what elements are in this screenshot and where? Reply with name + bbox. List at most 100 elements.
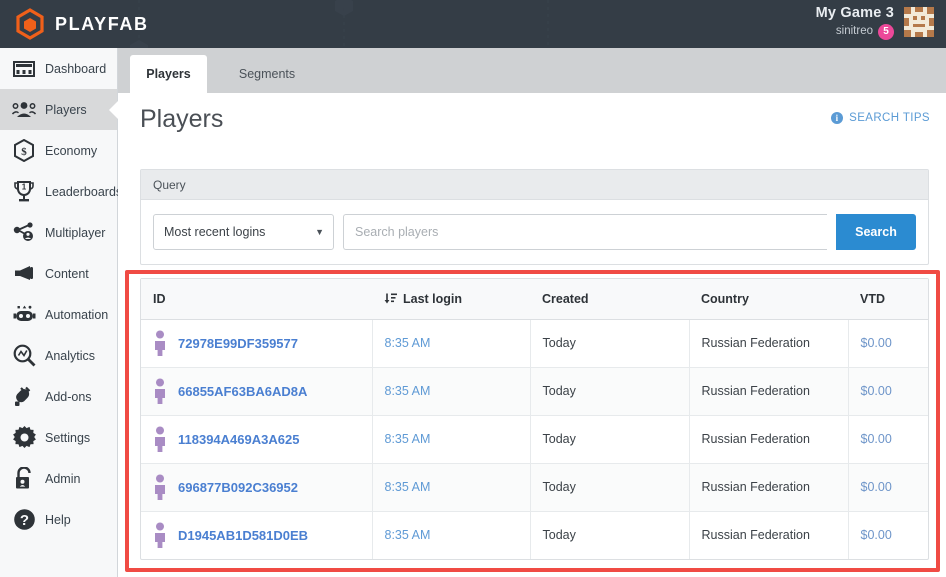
player-avatar-icon bbox=[155, 426, 165, 452]
player-avatar-icon bbox=[155, 378, 165, 404]
sidebar-item-label: Dashboard bbox=[45, 61, 107, 76]
account-area[interactable]: My Game 3 sinitreo 5 bbox=[816, 5, 936, 40]
player-avatar-icon bbox=[155, 522, 165, 549]
playfab-hexagon-logo-icon bbox=[16, 8, 44, 40]
player-avatar-icon bbox=[155, 474, 165, 500]
table-row[interactable]: D1945AB1D581D0EB 8:35 AM Today Russian F… bbox=[141, 511, 928, 559]
help-icon: ? bbox=[12, 508, 36, 532]
cell-vtd: $0.00 bbox=[860, 528, 892, 543]
account-subline: sinitreo 5 bbox=[816, 23, 894, 40]
tab-players[interactable]: Players bbox=[130, 55, 207, 93]
cell-created: Today bbox=[530, 511, 690, 559]
sidebar-item-leaderboards[interactable]: 1 Leaderboards bbox=[0, 171, 122, 212]
economy-icon: $ bbox=[12, 139, 36, 163]
cell-last-login: 8:35 AM bbox=[372, 415, 531, 464]
cell-vtd: $0.00 bbox=[848, 415, 928, 464]
addons-icon bbox=[12, 385, 36, 409]
table-row[interactable]: 118394A469A3A625 8:35 AM Today Russian F… bbox=[141, 415, 928, 464]
svg-text:?: ? bbox=[19, 512, 28, 529]
sidebar-item-admin[interactable]: Admin bbox=[0, 458, 117, 499]
notification-badge[interactable]: 5 bbox=[878, 23, 894, 40]
sort-descending-icon bbox=[384, 293, 397, 304]
player-id-link[interactable]: 66855AF63BA6AD8A bbox=[178, 384, 307, 399]
cell-last-login: 8:35 AM bbox=[372, 319, 531, 368]
playfab-admin-page: PLAYFAB My Game 3 sinitreo 5 Dashboard P… bbox=[0, 0, 946, 577]
cell-last-login: 8:35 AM bbox=[372, 367, 531, 416]
sidebar-item-addons[interactable]: Add-ons bbox=[0, 376, 117, 417]
player-avatar-icon bbox=[155, 330, 165, 356]
query-panel-title: Query bbox=[141, 170, 928, 200]
cell-country: Russian Federation bbox=[689, 367, 849, 416]
sidebar-item-label: Economy bbox=[45, 143, 98, 158]
player-id-link[interactable]: 118394A469A3A625 bbox=[178, 432, 299, 447]
leaderboards-icon: 1 bbox=[12, 180, 36, 204]
table-row[interactable]: 72978E99DF359577 8:35 AM Today Russian F… bbox=[141, 319, 928, 368]
cell-created: Today bbox=[530, 319, 690, 368]
dashboard-icon bbox=[12, 57, 36, 81]
cell-created: Today bbox=[530, 415, 690, 464]
column-header-country-label: Country bbox=[701, 291, 749, 306]
main-content: Players i SEARCH TIPS Query Most recent … bbox=[118, 93, 946, 577]
content-icon bbox=[12, 262, 36, 286]
players-icon bbox=[12, 98, 36, 122]
player-id-link[interactable]: D1945AB1D581D0EB bbox=[178, 528, 308, 543]
cell-id: 696877B092C36952 bbox=[141, 463, 373, 512]
svg-text:1: 1 bbox=[22, 183, 27, 192]
table-row[interactable]: 696877B092C36952 8:35 AM Today Russian F… bbox=[141, 463, 928, 512]
sidebar-item-help[interactable]: ? Help bbox=[0, 499, 117, 540]
column-header-id-label: ID bbox=[153, 291, 166, 306]
cell-id: 66855AF63BA6AD8A bbox=[141, 367, 373, 416]
column-header-created-label: Created bbox=[542, 291, 589, 306]
sidebar-navigation: Dashboard Players $ Economy 1 Leaderboar… bbox=[0, 48, 122, 577]
brand[interactable]: PLAYFAB bbox=[14, 8, 149, 40]
cell-country: Russian Federation bbox=[689, 511, 849, 559]
player-id-link[interactable]: 696877B092C36952 bbox=[178, 480, 298, 495]
cell-country: Russian Federation bbox=[689, 319, 849, 368]
table-header-row: ID Last login Created Country VTD bbox=[141, 279, 928, 320]
top-header-bar: PLAYFAB My Game 3 sinitreo 5 bbox=[0, 0, 946, 48]
cell-id: 118394A469A3A625 bbox=[141, 415, 373, 464]
sidebar-item-label: Analytics bbox=[45, 348, 96, 363]
column-header-last-login[interactable]: Last login bbox=[372, 279, 530, 320]
query-type-select-value: Most recent logins bbox=[164, 225, 266, 239]
sidebar-item-label: Settings bbox=[45, 430, 91, 445]
sidebar-item-economy[interactable]: $ Economy bbox=[0, 130, 117, 171]
column-header-vtd-label: VTD bbox=[860, 291, 885, 306]
tab-segments[interactable]: Segments bbox=[217, 55, 317, 93]
sidebar-item-label: Automation bbox=[45, 307, 109, 322]
players-table: ID Last login Created Country VTD 72978E… bbox=[140, 278, 929, 560]
column-header-id[interactable]: ID bbox=[141, 279, 372, 320]
player-id-link[interactable]: 72978E99DF359577 bbox=[178, 336, 298, 351]
sidebar-item-settings[interactable]: Settings bbox=[0, 417, 117, 458]
query-panel-body: Most recent logins ▼ Search bbox=[141, 200, 928, 264]
table-body: 72978E99DF359577 8:35 AM Today Russian F… bbox=[141, 319, 928, 559]
sidebar-item-label: Help bbox=[45, 512, 71, 527]
table-row[interactable]: 66855AF63BA6AD8A 8:35 AM Today Russian F… bbox=[141, 367, 928, 416]
query-type-select[interactable]: Most recent logins ▼ bbox=[153, 214, 334, 250]
analytics-icon bbox=[12, 344, 36, 368]
sidebar-item-content[interactable]: Content bbox=[0, 253, 117, 294]
cell-last-login: 8:35 AM bbox=[372, 511, 531, 559]
settings-gear-icon bbox=[12, 426, 36, 450]
search-input[interactable] bbox=[343, 214, 827, 250]
column-header-vtd[interactable]: VTD bbox=[848, 279, 928, 320]
chevron-down-icon: ▼ bbox=[315, 227, 324, 237]
column-header-country[interactable]: Country bbox=[689, 279, 848, 320]
game-name: My Game 3 bbox=[815, 5, 894, 21]
cell-created: Today bbox=[530, 367, 690, 416]
sidebar-item-analytics[interactable]: Analytics bbox=[0, 335, 117, 376]
pixel-game-avatar-icon[interactable] bbox=[902, 5, 936, 39]
username: sinitreo bbox=[835, 25, 873, 38]
page-header: Players i SEARCH TIPS bbox=[118, 93, 946, 150]
sidebar-item-automation[interactable]: Automation bbox=[0, 294, 117, 335]
search-button[interactable]: Search bbox=[836, 214, 916, 250]
sidebar-item-players[interactable]: Players bbox=[0, 89, 117, 130]
info-icon: i bbox=[831, 112, 844, 124]
search-tips-link[interactable]: i SEARCH TIPS bbox=[831, 112, 930, 124]
sidebar-item-dashboard[interactable]: Dashboard bbox=[0, 48, 117, 89]
column-header-created[interactable]: Created bbox=[530, 279, 689, 320]
search-tips-label: SEARCH TIPS bbox=[849, 112, 930, 124]
sidebar-item-multiplayer[interactable]: Multiplayer bbox=[0, 212, 117, 253]
tab-strip: Players Segments bbox=[118, 48, 946, 93]
sidebar-item-label: Admin bbox=[45, 471, 81, 486]
